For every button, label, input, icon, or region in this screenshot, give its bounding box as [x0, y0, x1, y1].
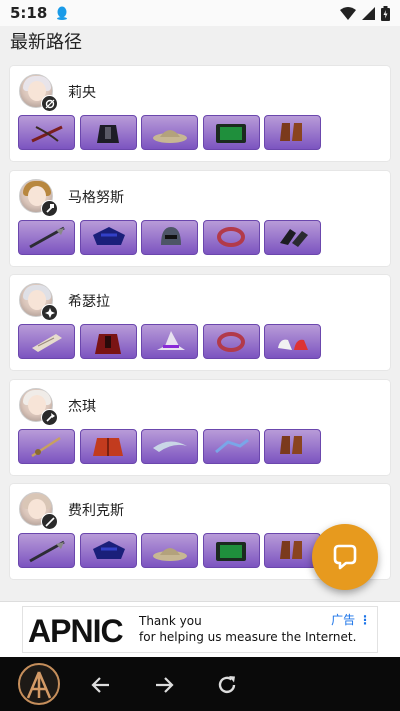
app-logo[interactable] — [18, 663, 60, 705]
scroll-icon — [31, 333, 62, 352]
status-bar: 5:18 — [0, 0, 400, 26]
weapon-badge — [41, 513, 58, 530]
path-card[interactable]: 杰琪 — [10, 379, 390, 475]
ad-line-2: for helping us measure the Internet. — [139, 630, 357, 644]
item-slot[interactable] — [79, 115, 137, 150]
weapon-badge — [41, 95, 58, 112]
character-name: 费利克斯 — [68, 503, 124, 519]
bracelet-icon — [217, 227, 245, 247]
weapon-badge — [41, 304, 58, 321]
signal-icon — [362, 6, 375, 20]
item-slot[interactable] — [18, 324, 75, 359]
axe-icon — [45, 413, 55, 422]
item-row — [18, 533, 321, 568]
sneakers-icon — [277, 339, 308, 350]
item-slot[interactable] — [141, 219, 198, 255]
boots-icon — [279, 436, 302, 454]
item-slot[interactable] — [202, 115, 260, 150]
item-slot[interactable] — [141, 115, 198, 150]
gloves-icon — [279, 229, 308, 247]
boots-icon — [279, 540, 302, 559]
item-slot[interactable] — [18, 115, 75, 150]
ad-label-text: 广告 — [331, 613, 356, 627]
spear-icon — [28, 540, 65, 562]
item-slot[interactable] — [202, 428, 260, 464]
item-slot[interactable] — [202, 219, 260, 255]
ad-choices-label[interactable]: 广告 ⋮ — [331, 611, 371, 628]
weapon-badge — [41, 408, 58, 426]
item-slot[interactable] — [79, 533, 137, 568]
item-slot[interactable] — [264, 115, 321, 150]
item-slot[interactable] — [141, 324, 198, 359]
item-row — [18, 115, 321, 150]
claw-icon — [215, 438, 249, 454]
sword-icon — [30, 436, 61, 458]
item-row — [18, 219, 321, 255]
character-name: 马格努斯 — [68, 189, 124, 206]
spear-icon — [28, 226, 65, 249]
bracelet-icon — [217, 331, 245, 352]
reload-icon[interactable] — [215, 673, 239, 697]
arrow-left-icon[interactable] — [89, 673, 113, 697]
chat-fab-button[interactable] — [312, 524, 378, 590]
item-slot[interactable] — [79, 428, 137, 464]
boots-icon — [279, 122, 302, 141]
item-slot[interactable] — [264, 428, 321, 464]
ad-banner: APNIC Thank you for helping us measure t… — [0, 601, 400, 657]
item-slot[interactable] — [141, 533, 198, 568]
tablet-icon — [216, 123, 246, 143]
item-row — [18, 428, 321, 464]
blade-icon — [152, 441, 187, 452]
bottom-nav — [0, 657, 400, 711]
witch-hat-icon — [156, 330, 185, 350]
armor-icon — [97, 124, 119, 143]
item-slot[interactable] — [141, 428, 198, 464]
hammer-icon — [45, 204, 54, 213]
more-vert-icon: ⋮ — [359, 613, 371, 627]
hat-icon — [152, 547, 187, 561]
status-time: 5:18 — [10, 4, 48, 22]
ad-line-1: Thank you — [139, 614, 202, 628]
path-card[interactable]: 希瑟拉 — [10, 275, 390, 370]
item-row — [18, 324, 321, 359]
chat-bubble-icon — [333, 544, 357, 570]
item-slot[interactable] — [18, 219, 75, 255]
hat-icon — [152, 129, 187, 143]
path-card[interactable]: 马格努斯 — [10, 170, 390, 266]
character-name: 杰琪 — [68, 398, 96, 415]
character-name: 莉央 — [68, 85, 96, 101]
helmet-icon — [160, 227, 181, 245]
item-slot[interactable] — [264, 324, 321, 359]
robe-icon — [95, 333, 121, 354]
page-title: 最新路径 — [10, 32, 82, 53]
item-slot[interactable] — [18, 533, 75, 568]
item-slot[interactable] — [202, 533, 260, 568]
qq-icon — [57, 6, 68, 20]
bow-icon — [45, 99, 54, 108]
chest-armor-icon — [93, 227, 125, 245]
shuriken-icon — [44, 307, 55, 318]
apnic-logo: APNIC — [28, 613, 124, 649]
item-slot[interactable] — [79, 219, 137, 255]
item-slot[interactable] — [79, 324, 137, 359]
path-list: 莉央 马格努斯 希瑟拉 杰琪 费利克斯 — [10, 66, 390, 589]
spear-icon — [44, 516, 55, 527]
item-slot[interactable] — [202, 324, 260, 359]
item-slot[interactable] — [264, 219, 321, 255]
crossbow-icon — [30, 125, 63, 142]
chest-armor-icon — [93, 540, 125, 559]
path-card[interactable]: 莉央 — [10, 66, 390, 161]
wifi-icon — [340, 6, 356, 20]
battery-icon — [381, 5, 390, 21]
item-slot[interactable] — [18, 428, 75, 464]
jacket-icon — [93, 438, 123, 456]
ad-content[interactable]: APNIC Thank you for helping us measure t… — [22, 606, 378, 653]
tablet-icon — [216, 541, 246, 561]
arrow-right-icon[interactable] — [152, 673, 176, 697]
weapon-badge — [41, 199, 58, 217]
character-name: 希瑟拉 — [68, 294, 110, 310]
